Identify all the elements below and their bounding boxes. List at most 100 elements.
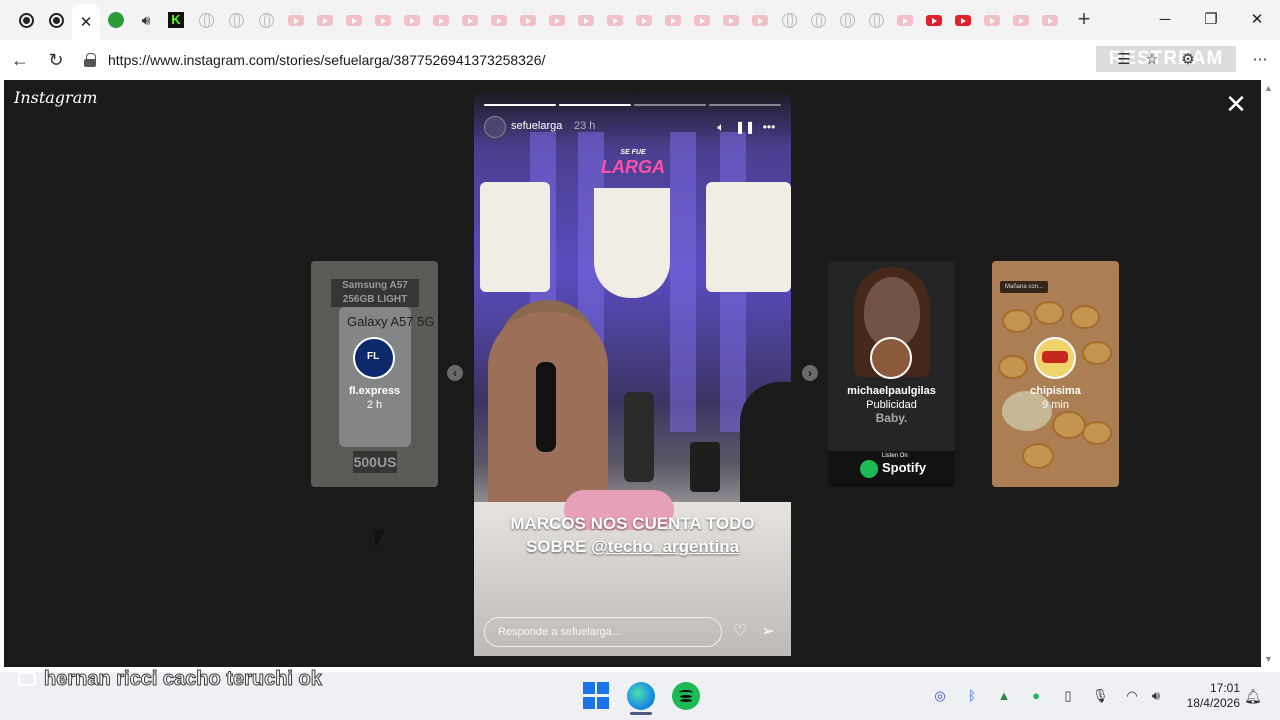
tab-recorder-icon[interactable] [46, 10, 66, 30]
send-icon[interactable]: ➢ [758, 622, 778, 642]
reply-placeholder: Responde a sefuelarga... [498, 626, 621, 638]
tab-youtube-icon[interactable] [721, 10, 741, 30]
story-subtitle: Publicidad [866, 399, 917, 411]
tab-youtube-icon[interactable] [605, 10, 625, 30]
main-story[interactable]: SE FUE LARGA sefuelarga 23 h 🔈︎ ❚❚ ••• M… [474, 92, 791, 656]
system-clock[interactable]: 17:01 18/4/2026 [1176, 681, 1240, 711]
pause-icon[interactable]: ❚❚ [735, 119, 755, 135]
set-letter-u [594, 188, 670, 298]
tab-globe-icon[interactable] [256, 10, 276, 30]
spotify-tray-icon[interactable]: ● [1028, 688, 1044, 704]
maximize-button[interactable]: ❐ [1196, 8, 1226, 32]
tab-soccer-icon[interactable] [106, 10, 126, 30]
notification-bell-icon[interactable]: 🔔︎ [1244, 688, 1262, 704]
badge-text: Spotify [882, 460, 927, 475]
more-options-icon[interactable]: ••• [761, 119, 777, 135]
wifi-icon[interactable]: ◠ [1124, 688, 1140, 704]
progress-segment [559, 104, 631, 106]
new-tab-button[interactable]: + [1073, 8, 1095, 31]
scroll-up-icon[interactable]: ▲ [1264, 84, 1273, 93]
tab-youtube-icon[interactable] [431, 10, 451, 30]
story-time: 23 h [574, 120, 596, 132]
tab-youtube-icon[interactable] [547, 10, 567, 30]
reply-input[interactable]: Responde a sefuelarga... [484, 617, 722, 647]
edge-browser-icon[interactable] [627, 682, 655, 710]
tab-youtube-icon[interactable] [344, 10, 364, 30]
tab-youtube-icon[interactable] [1011, 10, 1031, 30]
tab-youtube-icon[interactable] [634, 10, 654, 30]
address-bar[interactable]: https://www.instagram.com/stories/sefuel… [76, 45, 1096, 75]
progress-segment [709, 104, 781, 106]
tab-kick-icon[interactable]: K [166, 10, 186, 30]
tab-globe-icon[interactable] [226, 10, 246, 30]
avatar[interactable] [484, 116, 506, 138]
next-story-icon[interactable]: › [802, 365, 818, 381]
tab-youtube-icon[interactable] [924, 10, 944, 30]
tab-globe-icon[interactable] [808, 10, 828, 30]
extensions-icon[interactable]: ⚙ [1178, 50, 1198, 70]
close-window-button[interactable]: ✕ [1242, 8, 1272, 32]
previous-story-icon[interactable]: ‹ [447, 365, 463, 381]
minimize-button[interactable]: ─ [1150, 8, 1180, 32]
favorite-star-icon[interactable]: ☆ [1142, 50, 1162, 70]
side-story-card[interactable]: Baby. Listen On Spotify michaelpaulgilas… [828, 261, 955, 487]
more-menu-icon[interactable]: ⋯ [1250, 50, 1270, 70]
progress-segment [484, 104, 556, 106]
badge-small-text: Listen On [882, 453, 908, 459]
story-time: 9 min [1042, 399, 1069, 411]
tab-youtube-icon[interactable] [982, 10, 1002, 30]
tab-youtube-icon[interactable] [489, 10, 509, 30]
tab-globe-icon[interactable] [837, 10, 857, 30]
close-viewer-icon[interactable]: ✕ [1224, 91, 1248, 117]
tab-youtube-icon[interactable] [692, 10, 712, 30]
side-story-card[interactable]: Mañana con... chipisima 9 min [992, 261, 1119, 487]
lock-icon[interactable] [84, 53, 96, 67]
mention-link[interactable]: @techo_argentina [591, 537, 739, 556]
steam-tray-icon[interactable]: ◎ [932, 688, 948, 704]
read-aloud-icon[interactable]: ☰ [1114, 50, 1134, 70]
url-text[interactable]: https://www.instagram.com/stories/sefuel… [108, 52, 545, 68]
page-scrollbar[interactable] [1261, 80, 1275, 667]
spotify-icon[interactable] [672, 682, 700, 710]
tab-youtube-icon[interactable] [750, 10, 770, 30]
phone-stand [690, 442, 720, 492]
microphone-icon[interactable]: 🎙︎ [1092, 688, 1109, 704]
caption-line: SOBRE @techo_argentina [525, 537, 740, 556]
tab-globe-icon[interactable] [866, 10, 886, 30]
speaker-icon[interactable]: 🔊︎ [1148, 688, 1164, 704]
avatar [353, 337, 395, 379]
back-arrow-icon[interactable]: ← [9, 49, 31, 71]
tab-youtube-icon[interactable] [1040, 10, 1060, 30]
tab-youtube-icon[interactable] [518, 10, 538, 30]
story-username[interactable]: sefuelarga [511, 120, 562, 132]
spotify-icon [860, 460, 878, 478]
tab-youtube-icon[interactable] [953, 10, 973, 30]
instagram-logo[interactable]: Instagram [14, 88, 97, 107]
active-tab[interactable]: ✕ [72, 4, 100, 40]
side-story-card[interactable]: Samsung A57 256GB LIGHT BLUE Galaxy A57 … [311, 261, 438, 487]
tab-youtube-icon[interactable] [460, 10, 480, 30]
active-app-indicator [630, 712, 652, 715]
tab-globe-icon[interactable] [196, 10, 216, 30]
tab-youtube-icon[interactable] [402, 10, 422, 30]
start-button[interactable] [583, 682, 611, 710]
tab-youtube-icon[interactable] [373, 10, 393, 30]
tab-youtube-icon[interactable] [315, 10, 335, 30]
tab-audio-icon[interactable]: 🔊︎ [136, 10, 156, 30]
scroll-down-icon[interactable]: ▼ [1264, 655, 1273, 664]
heart-icon[interactable]: ♡ [730, 622, 750, 642]
drive-tray-icon[interactable]: ▲ [996, 688, 1012, 704]
tab-youtube-icon[interactable] [286, 10, 306, 30]
story-caption: MARCOS NOS CUENTA TODO SOBRE @techo_arge… [484, 512, 781, 558]
tab-globe-icon[interactable] [779, 10, 799, 30]
tab-youtube-icon[interactable] [576, 10, 596, 30]
tab-recorder-icon[interactable] [16, 10, 36, 30]
tab-close-icon[interactable]: ✕ [80, 13, 93, 31]
bluetooth-icon[interactable]: ᛒ [964, 688, 980, 704]
volume-icon[interactable]: 🔈︎ [713, 119, 729, 135]
tab-youtube-icon[interactable] [895, 10, 915, 30]
tab-youtube-icon[interactable] [663, 10, 683, 30]
reload-icon[interactable]: ↻ [45, 49, 67, 71]
chat-icon [18, 672, 36, 686]
usb-device-icon[interactable]: ▯ [1060, 688, 1076, 704]
